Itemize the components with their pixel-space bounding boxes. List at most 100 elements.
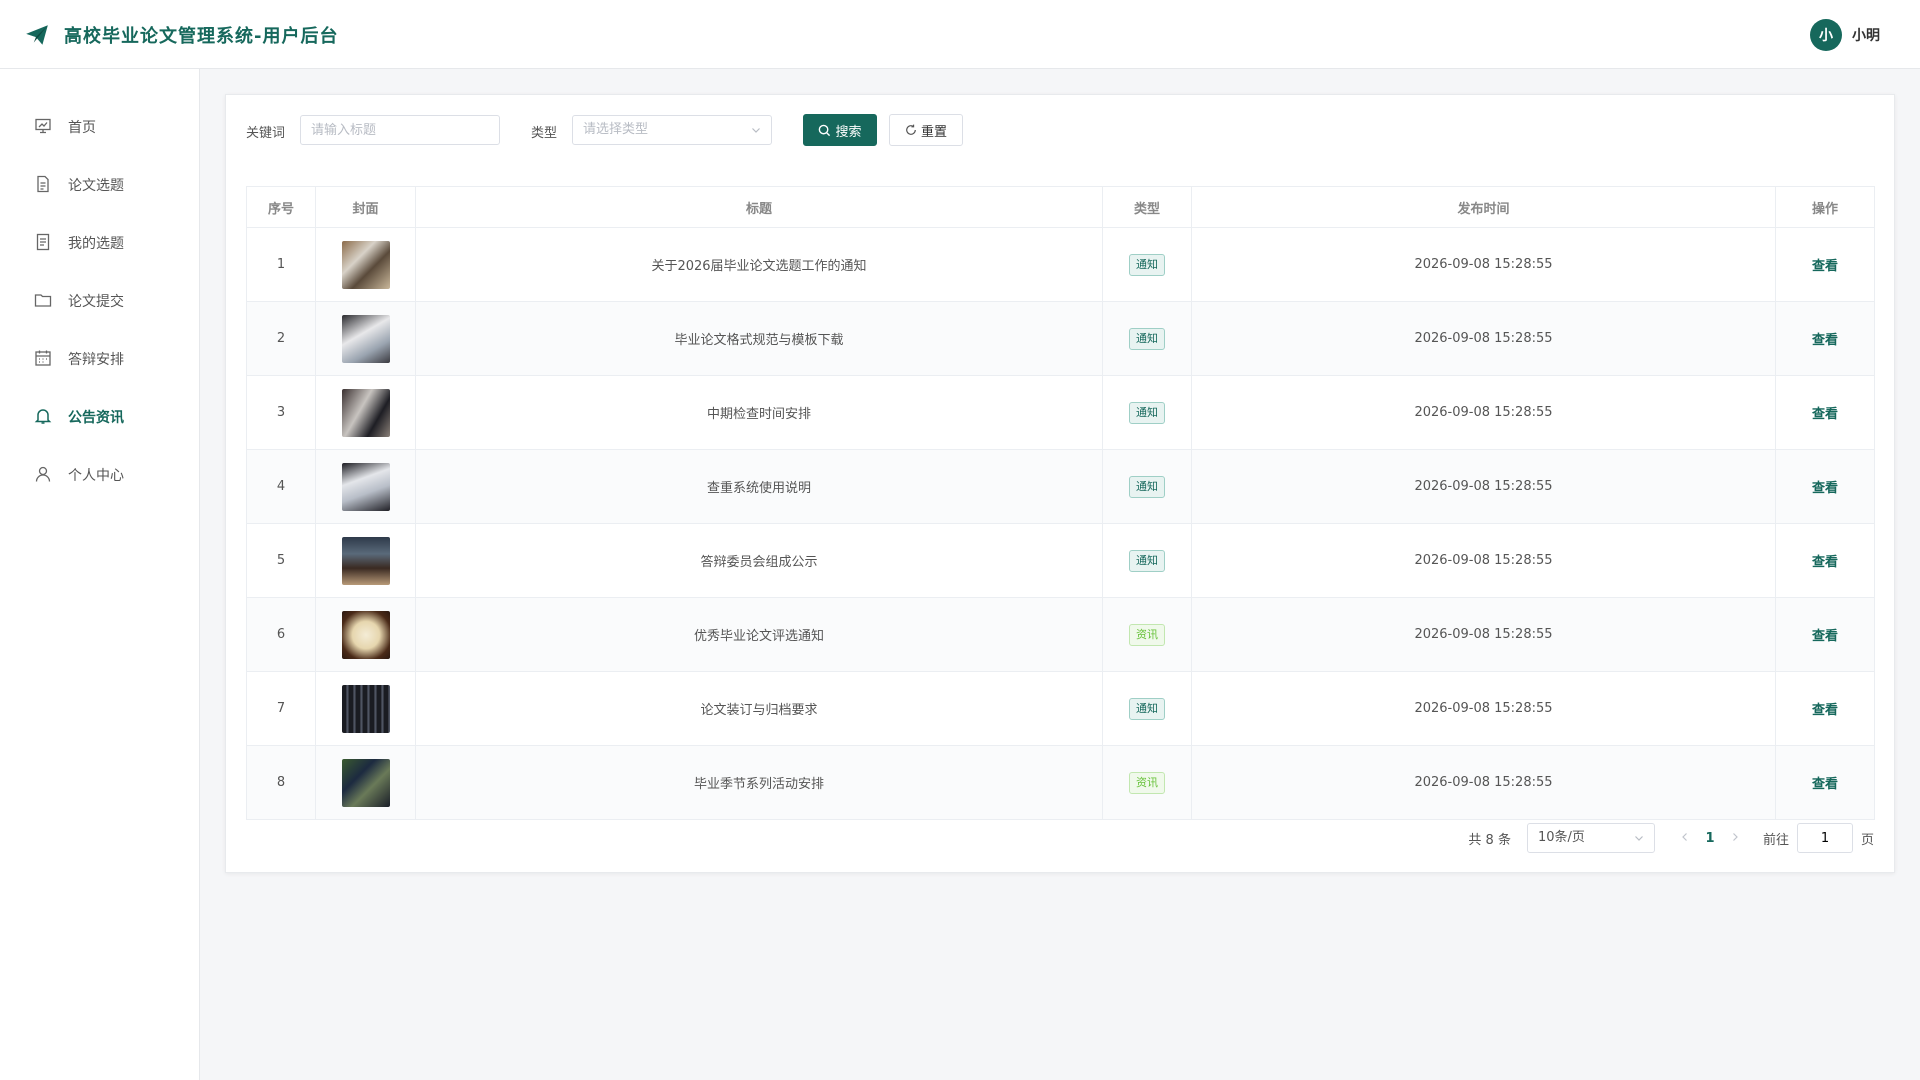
username[interactable]: 小明 xyxy=(1852,25,1880,45)
next-page-button[interactable] xyxy=(1725,831,1745,846)
row-index: 3 xyxy=(246,375,316,450)
row-publish-time: 2026-09-08 15:28:55 xyxy=(1191,745,1776,820)
row-title: 关于2026届毕业论文选题工作的通知 xyxy=(415,227,1103,302)
search-button-label: 搜索 xyxy=(835,124,862,140)
row-publish-time: 2026-09-08 15:28:55 xyxy=(1191,227,1776,302)
sidebar: 首页 论文选题 我的选题 论文提交 答辩安排 公告资讯 个人中心 xyxy=(0,69,200,1080)
sidebar-item-label: 论文选题 xyxy=(68,178,124,194)
column-header-type: 类型 xyxy=(1102,186,1192,228)
type-select-placeholder: 请选择类型 xyxy=(583,122,649,137)
goto-label: 前往 xyxy=(1762,832,1789,848)
column-header-cover: 封面 xyxy=(315,186,416,228)
type-select[interactable]: 请选择类型 xyxy=(572,115,772,145)
column-header-action: 操作 xyxy=(1775,186,1875,228)
paper-plane-icon xyxy=(26,25,48,45)
sidebar-item-defense-schedule[interactable]: 答辩安排 xyxy=(0,329,199,387)
row-publish-time: 2026-09-08 15:28:55 xyxy=(1191,375,1776,450)
cover-image[interactable] xyxy=(341,536,390,585)
row-title: 毕业论文格式规范与模板下载 xyxy=(415,301,1103,376)
keyword-label: 关键词 xyxy=(246,126,286,141)
column-header-index: 序号 xyxy=(246,186,316,228)
column-header-title: 标题 xyxy=(415,186,1103,228)
row-index: 2 xyxy=(246,301,316,376)
top-header: 高校毕业论文管理系统-用户后台 小 小明 xyxy=(0,0,1920,69)
document-icon xyxy=(37,175,49,193)
page-size-select[interactable]: 10条/页 xyxy=(1526,823,1655,853)
type-tag: 资讯 xyxy=(1129,623,1165,646)
row-index: 8 xyxy=(246,745,316,820)
bell-icon xyxy=(34,409,52,424)
goto-page-input[interactable] xyxy=(1796,823,1853,853)
cover-image[interactable] xyxy=(341,610,390,659)
refresh-icon xyxy=(906,124,916,135)
table-header-row: 序号 封面 标题 类型 发布时间 操作 xyxy=(246,186,1875,228)
app-title: 高校毕业论文管理系统-用户后台 xyxy=(64,26,339,47)
cover-image[interactable] xyxy=(341,462,390,511)
row-publish-time: 2026-09-08 15:28:55 xyxy=(1191,671,1776,746)
calendar-icon xyxy=(35,350,51,366)
row-index: 1 xyxy=(246,227,316,302)
view-link[interactable]: 查看 xyxy=(1812,333,1838,348)
search-button[interactable]: 搜索 xyxy=(803,114,877,146)
type-tag: 通知 xyxy=(1129,401,1165,424)
view-link[interactable]: 查看 xyxy=(1812,629,1838,644)
page-suffix: 页 xyxy=(1860,832,1874,848)
type-tag: 通知 xyxy=(1129,327,1165,350)
search-icon xyxy=(819,124,831,136)
table-row: 8 毕业季节系列活动安排 资讯 2026-09-08 15:28:55 查看 xyxy=(246,745,1875,820)
chevron-left-icon xyxy=(1682,832,1687,841)
row-index: 6 xyxy=(246,597,316,672)
row-publish-time: 2026-09-08 15:28:55 xyxy=(1191,597,1776,672)
pagination: 共 8 条 10条/页 1 前往 页 xyxy=(1468,823,1874,853)
chevron-right-icon xyxy=(1733,832,1738,841)
row-index: 5 xyxy=(246,523,316,598)
column-header-publish-time: 发布时间 xyxy=(1191,186,1776,228)
type-tag: 通知 xyxy=(1129,475,1165,498)
row-publish-time: 2026-09-08 15:28:55 xyxy=(1191,301,1776,376)
sidebar-item-label: 答辩安排 xyxy=(68,352,124,368)
cover-image[interactable] xyxy=(341,314,390,363)
sidebar-item-my-topics[interactable]: 我的选题 xyxy=(0,213,199,271)
sidebar-item-label: 首页 xyxy=(68,120,96,136)
view-link[interactable]: 查看 xyxy=(1812,407,1838,422)
sidebar-item-thesis-topics[interactable]: 论文选题 xyxy=(0,155,199,213)
cover-image[interactable] xyxy=(341,684,390,733)
row-title: 毕业季节系列活动安排 xyxy=(415,745,1103,820)
view-link[interactable]: 查看 xyxy=(1812,481,1838,496)
type-label: 类型 xyxy=(531,126,558,141)
sidebar-item-thesis-submit[interactable]: 论文提交 xyxy=(0,271,199,329)
sidebar-item-announcements[interactable]: 公告资讯 xyxy=(0,387,199,445)
sidebar-item-profile[interactable]: 个人中心 xyxy=(0,445,199,503)
page-number-current[interactable]: 1 xyxy=(1695,831,1725,846)
view-link[interactable]: 查看 xyxy=(1812,259,1838,274)
user-menu[interactable]: 小 小明 xyxy=(1810,19,1880,51)
avatar[interactable]: 小 xyxy=(1810,19,1842,51)
announcement-table: 序号 封面 标题 类型 发布时间 操作 1 关于2026届毕业论文选题工作的通知… xyxy=(246,186,1875,820)
sidebar-item-label: 公告资讯 xyxy=(68,410,124,426)
prev-page-button[interactable] xyxy=(1675,831,1695,846)
row-title: 查重系统使用说明 xyxy=(415,449,1103,524)
type-tag: 通知 xyxy=(1129,549,1165,572)
table-row: 5 答辩委员会组成公示 通知 2026-09-08 15:28:55 查看 xyxy=(246,523,1875,598)
row-title: 优秀毕业论文评选通知 xyxy=(415,597,1103,672)
cover-image[interactable] xyxy=(341,758,390,807)
table-row: 6 优秀毕业论文评选通知 资讯 2026-09-08 15:28:55 查看 xyxy=(246,597,1875,672)
view-link[interactable]: 查看 xyxy=(1812,555,1838,570)
announcement-list-card: 关键词 类型 请选择类型 搜索 重置 序号 封面 标题 类型 发布时间 操作 xyxy=(225,94,1895,873)
cover-image[interactable] xyxy=(341,388,390,437)
type-tag: 通知 xyxy=(1129,697,1165,720)
pagination-total: 共 8 条 xyxy=(1468,832,1511,848)
keyword-input[interactable] xyxy=(300,115,500,145)
cover-image[interactable] xyxy=(341,240,390,289)
row-index: 4 xyxy=(246,449,316,524)
reset-button[interactable]: 重置 xyxy=(889,114,963,146)
view-link[interactable]: 查看 xyxy=(1812,703,1838,718)
row-title: 答辩委员会组成公示 xyxy=(415,523,1103,598)
view-link[interactable]: 查看 xyxy=(1812,777,1838,792)
sidebar-item-home[interactable]: 首页 xyxy=(0,97,199,155)
chevron-down-icon xyxy=(752,128,760,133)
page-size-value: 10条/页 xyxy=(1537,830,1585,845)
table-row: 1 关于2026届毕业论文选题工作的通知 通知 2026-09-08 15:28… xyxy=(246,227,1875,302)
user-icon xyxy=(35,466,51,482)
type-tag: 资讯 xyxy=(1129,771,1165,794)
